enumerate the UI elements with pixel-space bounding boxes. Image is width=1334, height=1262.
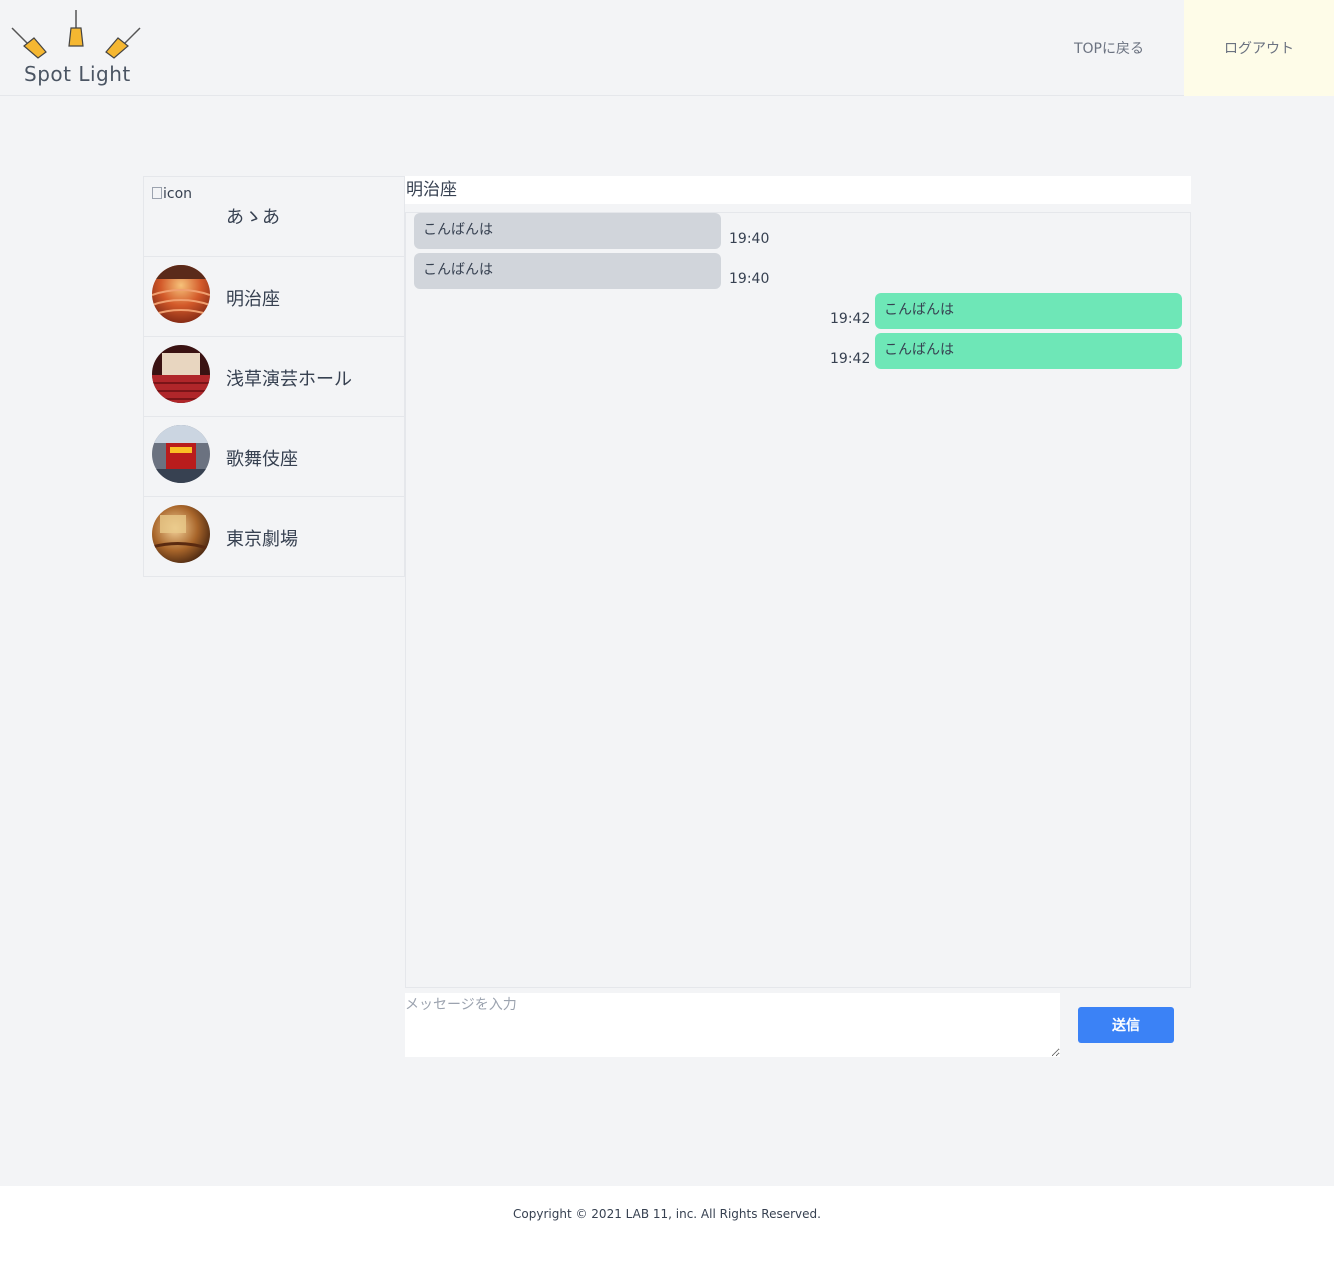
room-name: 歌舞伎座 (226, 449, 298, 470)
theater-photo-icon (152, 345, 210, 403)
site-footer: Copyright © 2021 LAB 11, inc. All Rights… (0, 1186, 1334, 1262)
spotlight-lamps-icon (11, 10, 141, 59)
avatar (152, 505, 210, 563)
message-input[interactable] (405, 993, 1060, 1057)
room-item[interactable]: 歌舞伎座 (144, 417, 404, 497)
room-item[interactable]: 明治座 (144, 257, 404, 337)
avatar-alt-text: icon (163, 186, 193, 202)
room-item[interactable]: 東京劇場 (144, 497, 404, 577)
theater-photo-icon (152, 425, 210, 483)
room-list: icon あゝあ 明治座 浅草演芸ホール 歌舞伎座 東京劇場 (143, 176, 405, 577)
avatar (152, 345, 210, 403)
chat-room-title: 明治座 (405, 176, 1191, 204)
received-message: こんばんは (414, 213, 721, 249)
logo-text: Spot Light (24, 62, 131, 86)
room-name: 浅草演芸ホール (226, 369, 352, 390)
message-list: こんばんは 19:40 こんばんは 19:40 こんばんは 19:42 こんばん… (405, 212, 1191, 988)
room-name: あゝあ (226, 207, 280, 228)
logout-link[interactable]: ログアウト (1184, 0, 1334, 96)
received-message: こんばんは (414, 253, 721, 289)
message-time: 19:40 (729, 271, 770, 287)
back-to-top-link[interactable]: TOPに戻る (1062, 0, 1156, 96)
site-header: Spot Light TOPに戻る ログアウト (0, 0, 1334, 96)
avatar (152, 265, 210, 323)
room-item[interactable]: icon あゝあ (144, 177, 404, 257)
send-button[interactable]: 送信 (1078, 1007, 1174, 1043)
message-time: 19:40 (729, 231, 770, 247)
sent-message: こんばんは (875, 333, 1182, 369)
room-name: 東京劇場 (226, 529, 298, 550)
broken-image-icon: icon (152, 186, 192, 202)
avatar (152, 425, 210, 483)
spot-light-logo[interactable]: Spot Light (10, 6, 142, 90)
theater-photo-icon (152, 265, 210, 323)
room-name: 明治座 (226, 289, 280, 310)
message-time: 19:42 (830, 351, 871, 367)
sent-message: こんばんは (875, 293, 1182, 329)
theater-photo-icon (152, 505, 210, 563)
copyright-text: Copyright © 2021 LAB 11, inc. All Rights… (513, 1207, 821, 1221)
message-time: 19:42 (830, 311, 871, 327)
room-item[interactable]: 浅草演芸ホール (144, 337, 404, 417)
